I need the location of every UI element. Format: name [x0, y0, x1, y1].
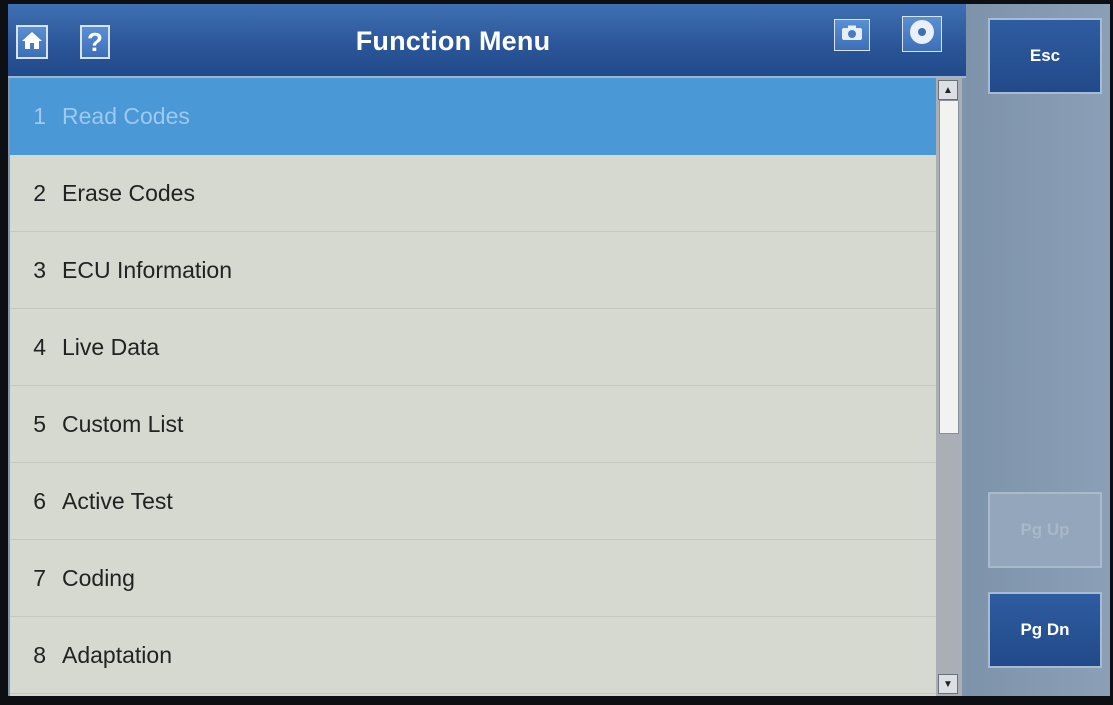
page-title: Function Menu [355, 26, 551, 56]
menu-item-number: 3 [33, 256, 46, 283]
save-button[interactable] [902, 16, 942, 52]
camera-icon [841, 25, 863, 46]
help-icon: ? [87, 26, 103, 57]
menu-item-number: 5 [33, 410, 46, 437]
scroll-down-button[interactable]: ▼ [938, 674, 958, 694]
function-menu-list: 1 Read Codes 2 Erase Codes 3 ECU Informa… [10, 78, 936, 696]
help-button[interactable]: ? [80, 25, 110, 59]
menu-item-number: 7 [33, 564, 46, 591]
menu-item-number: 6 [33, 487, 46, 514]
menu-item-ecu-information[interactable]: 3 ECU Information [10, 232, 936, 309]
menu-item-active-test[interactable]: 6 Active Test [10, 463, 936, 540]
disc-icon [908, 18, 936, 51]
vertical-scrollbar[interactable]: ▲ ▼ [936, 78, 962, 696]
menu-item-number: 4 [33, 333, 46, 360]
menu-item-live-data[interactable]: 4 Live Data [10, 309, 936, 386]
arrow-down-icon: ▼ [943, 678, 953, 690]
menu-item-label: ECU Information [62, 256, 233, 283]
title-bar: ? Function Menu [8, 4, 966, 78]
device-screen: ? Function Menu 1 Read Codes 2 Erase Cod… [8, 4, 1110, 696]
side-panel: Esc Pg Up Pg Dn [966, 4, 1110, 696]
menu-item-label: Active Test [62, 487, 173, 514]
menu-item-erase-codes[interactable]: 2 Erase Codes [10, 155, 936, 232]
page-down-button[interactable]: Pg Dn [988, 592, 1102, 668]
home-icon [21, 30, 43, 55]
menu-item-label: Custom List [62, 410, 184, 437]
page-up-button[interactable]: Pg Up [988, 492, 1102, 568]
esc-button[interactable]: Esc [988, 18, 1102, 94]
menu-item-label: Adaptation [62, 641, 172, 668]
menu-item-read-codes[interactable]: 1 Read Codes [10, 78, 936, 155]
menu-item-label: Live Data [62, 333, 160, 360]
menu-item-custom-list[interactable]: 5 Custom List [10, 386, 936, 463]
menu-item-adaptation[interactable]: 8 Adaptation [10, 617, 936, 694]
scrollbar-thumb[interactable] [939, 100, 959, 434]
menu-item-number: 8 [33, 641, 46, 668]
menu-item-number: 2 [33, 179, 46, 206]
menu-item-label: Read Codes [62, 103, 190, 129]
home-button[interactable] [16, 25, 48, 59]
arrow-up-icon: ▲ [943, 84, 953, 96]
menu-item-number: 1 [33, 103, 46, 129]
scroll-up-button[interactable]: ▲ [938, 80, 958, 100]
menu-item-label: Coding [62, 564, 135, 591]
menu-item-coding[interactable]: 7 Coding [10, 540, 936, 617]
screenshot-button[interactable] [834, 19, 870, 51]
menu-item-label: Erase Codes [62, 179, 195, 206]
